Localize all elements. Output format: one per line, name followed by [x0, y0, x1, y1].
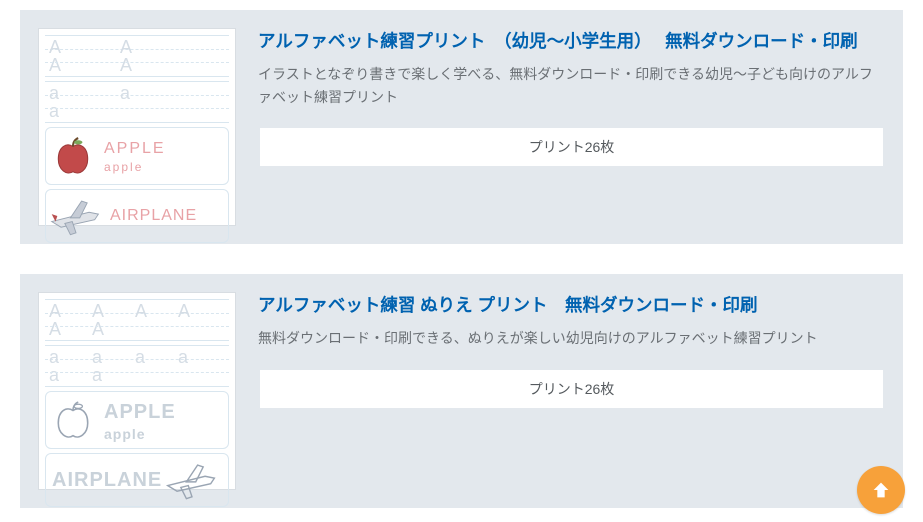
trace-line-lower: a a a a a a	[45, 345, 229, 387]
result-card: A A A A A A a a a a a a APPLE apple AIRP…	[20, 274, 903, 508]
apple-icon	[52, 136, 94, 178]
trace-letters: a a a a a a	[49, 348, 229, 384]
result-title-link[interactable]: アルファベット練習 ぬりえ プリント 無料ダウンロード・印刷	[258, 292, 885, 319]
airplane-icon	[48, 194, 104, 238]
illustration-airplane-box: AIRPLANE	[45, 453, 229, 507]
word-upper: APPLE	[104, 401, 176, 424]
result-description: イラストとなぞり書きで楽しく学べる、無料ダウンロード・印刷できる幼児〜子ども向け…	[258, 63, 885, 108]
word-lower: apple	[104, 160, 166, 174]
apple-outline-icon	[52, 400, 94, 442]
trace-line-upper: A A A A A A	[45, 299, 229, 341]
trace-letters: A A A A A A	[49, 302, 229, 338]
results-list: A A A A a a a APPLE apple	[0, 0, 923, 508]
result-content: アルファベット練習 ぬりえ プリント 無料ダウンロード・印刷 無料ダウンロード・…	[258, 292, 885, 490]
result-content: アルファベット練習プリント （幼児〜小学生用） 無料ダウンロード・印刷 イラスト…	[258, 28, 885, 226]
illustration-apple-box: APPLE apple	[45, 391, 229, 449]
word-upper: AIRPLANE	[110, 207, 197, 225]
worksheet-thumbnail[interactable]: A A A A a a a APPLE apple	[38, 28, 236, 226]
word-upper: AIRPLANE	[52, 469, 162, 492]
illustration-airplane-box: AIRPLANE	[45, 189, 229, 243]
trace-letters: a a a	[49, 84, 229, 120]
trace-letters: A A A A	[49, 38, 229, 74]
word-upper: APPLE	[104, 140, 166, 158]
result-card: A A A A a a a APPLE apple	[20, 10, 903, 244]
result-description: 無料ダウンロード・印刷できる、ぬりえが楽しい幼児向けのアルファベット練習プリント	[258, 327, 885, 349]
arrow-up-icon	[870, 479, 892, 501]
result-title-link[interactable]: アルファベット練習プリント （幼児〜小学生用） 無料ダウンロード・印刷	[258, 28, 885, 55]
airplane-outline-icon	[164, 458, 220, 502]
trace-line-lower: a a a	[45, 81, 229, 123]
print-count-badge: プリント26枚	[260, 128, 883, 166]
illustration-apple-box: APPLE apple	[45, 127, 229, 185]
word-lower: apple	[104, 426, 176, 442]
print-count-badge: プリント26枚	[260, 370, 883, 408]
scroll-to-top-button[interactable]	[857, 466, 905, 514]
trace-line-upper: A A A A	[45, 35, 229, 77]
worksheet-thumbnail[interactable]: A A A A A A a a a a a a APPLE apple AIRP…	[38, 292, 236, 490]
